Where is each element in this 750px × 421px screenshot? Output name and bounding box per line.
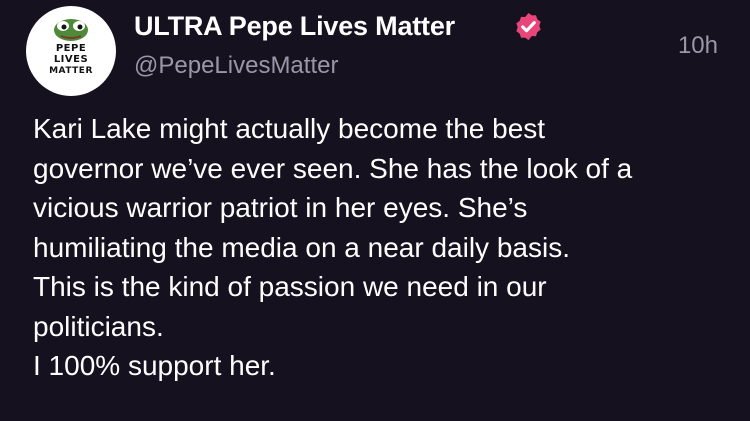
post-body-line: This is the kind of passion we need in o… <box>33 271 547 302</box>
post-body-line: humiliating the media on a near daily ba… <box>33 231 570 263</box>
avatar[interactable]: PEPE LIVES MATTER <box>26 6 116 96</box>
verified-badge-icon <box>516 12 541 41</box>
post-body: Kari Lake might actually become the best… <box>33 109 733 386</box>
post-body-line: Kari Lake might actually become the best <box>33 113 546 144</box>
post-body-line: governor we’ve ever seen. She has the lo… <box>33 152 633 184</box>
avatar-text-line1: PEPE <box>55 43 87 54</box>
avatar-text-line2: LIVES <box>53 54 89 65</box>
post-body-line: I 100% support her. <box>33 350 276 381</box>
avatar-text-line3: MATTER <box>49 66 93 76</box>
author-handle[interactable]: @PepeLivesMatter <box>134 50 338 82</box>
post-body-line: politicians. <box>33 310 164 342</box>
post-timestamp[interactable]: 10h <box>678 30 718 62</box>
post-body-line: vicious warrior patriot in her eyes. She… <box>33 192 528 223</box>
post-card: PEPE LIVES MATTER ULTRA Pepe Lives Matte… <box>0 0 750 421</box>
display-name[interactable]: ULTRA Pepe Lives Matter <box>134 6 455 46</box>
